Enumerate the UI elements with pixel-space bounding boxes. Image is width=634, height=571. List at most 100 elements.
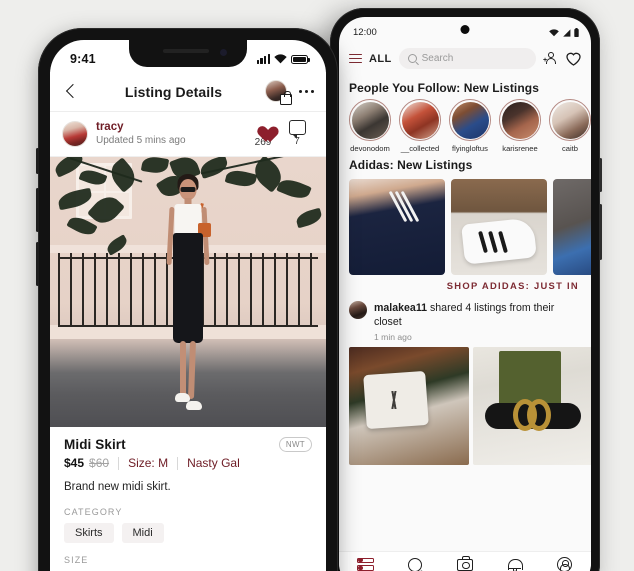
user-avatar-5 [551,101,589,139]
story-item[interactable]: karisrenee [499,99,541,153]
story-item[interactable]: caitb [549,99,591,153]
follow-story-row[interactable]: devonodom __collected flyingloftus karis… [339,99,591,153]
search-input[interactable]: Search [398,48,536,69]
nav-item-sell[interactable]: Sell [440,556,490,571]
user-avatar-2 [401,101,439,139]
avatar-shopping-bag-icon[interactable] [265,79,293,105]
comment-bubble-icon [288,120,306,139]
shop-adidas-cta[interactable]: SHOP ADIDAS: JUST IN [339,275,591,295]
person-icon [539,556,589,571]
category-chips: Skirts Midi [64,523,312,543]
divider [177,456,179,470]
follow-section-title: People You Follow: New Listings [349,81,540,95]
listing-size: Size: M [128,456,169,470]
hamburger-menu-icon[interactable] [349,53,362,64]
brand-card-row[interactable] [339,179,591,275]
nav-item-shop[interactable]: Shop [391,556,441,571]
post-username[interactable]: malakea11 [374,302,427,314]
poshmark-feed-app: 12:00 ALL Search + People You Follow: Ne… [339,17,591,571]
story-username: devonodom [350,144,390,153]
phone-side-button[interactable] [599,158,602,192]
adidas-blue-item-card[interactable] [553,179,591,275]
feed-post-images[interactable] [339,346,591,551]
back-button[interactable] [62,82,82,102]
poshmark-listing-app: 9:41 Listing Details tracy Updated 5 min… [50,40,326,571]
front-camera-icon [460,25,470,34]
post-text: malakea11 shared 4 listings from their c… [374,301,581,330]
listing-brand[interactable]: Nasty Gal [187,456,240,470]
likes-stat[interactable]: 269 [246,119,280,148]
story-username: karisrenee [502,144,538,153]
size-label: SIZE [64,555,89,565]
ellipsis-icon[interactable] [299,89,314,94]
battery-icon [291,55,310,64]
front-camera-icon [220,49,227,56]
listing-title: Midi Skirt [64,437,126,452]
android-phone-frame: 12:00 ALL Search + People You Follow: Ne… [330,8,602,571]
adidas-track-jacket-card[interactable] [349,179,445,275]
pillow-listing-image[interactable] [349,346,469,465]
screenshot-stage: 12:00 ALL Search + People You Follow: Ne… [0,0,634,571]
battery-icon [574,28,579,37]
comments-stat[interactable]: 7 [280,120,314,147]
post-timestamp: 1 min ago [374,331,412,342]
story-ring [399,99,441,141]
seller-username[interactable]: tracy [96,120,246,134]
filter-all-label[interactable]: ALL [369,53,392,65]
listing-nav-bar: Listing Details [50,72,326,112]
listing-title-row: Midi Skirt NWT [64,437,312,452]
brand-section-title: Adidas: New Listings [349,158,473,172]
shopping-bag-icon [280,90,293,105]
nav-item-feed[interactable]: Feed [341,556,391,571]
page-title: Listing Details [124,83,223,100]
camera-icon [440,556,490,571]
feed-header: ALL Search + [339,43,591,76]
nav-item-news[interactable]: News [490,556,540,571]
heart-outline-icon[interactable] [566,52,581,66]
story-ring [349,99,391,141]
feed-post-header: malakea11 shared 4 listings from their c… [339,295,591,347]
search-icon [391,556,441,571]
bottom-navigation: Feed Shop Sell News [339,551,591,571]
signal-icon [563,28,571,37]
story-item[interactable]: devonodom [349,99,391,153]
story-item[interactable]: __collected [399,99,441,153]
phone-volume-button[interactable] [599,204,602,260]
iphone-frame: 9:41 Listing Details tracy Updated 5 min… [36,28,338,571]
wifi-icon [549,28,559,36]
status-badge: NWT [278,437,312,452]
phone-mute-switch[interactable] [36,148,39,174]
status-icons [549,28,579,37]
nav-item-profile[interactable]: @tracy [539,556,589,571]
wifi-icon [274,54,287,64]
seller-avatar[interactable] [62,120,88,147]
category-chip-skirts[interactable]: Skirts [64,523,114,543]
comments-count: 7 [294,136,300,147]
listing-photo[interactable] [50,157,326,427]
photo-model [159,174,217,419]
phone-volume-up-button[interactable] [36,188,39,232]
status-icons [256,54,310,64]
gucci-belt-listing-image[interactable] [473,346,591,465]
iphone-screen: 9:41 Listing Details tracy Updated 5 min… [50,40,326,571]
listing-original-price: $60 [89,456,110,470]
category-chip-midi[interactable]: Midi [121,523,164,543]
post-avatar[interactable] [349,301,367,319]
cellular-bars-icon [256,54,270,64]
story-item[interactable]: flyingloftus [449,99,491,153]
user-avatar-3 [451,101,489,139]
listing-price-row: $45 $60 Size: M Nasty Gal [64,456,312,470]
listing-price: $45 [64,456,85,470]
story-username: caitb [561,144,579,153]
feed-post-text-block: malakea11 shared 4 listings from their c… [374,301,581,342]
notch [129,40,247,67]
nav-actions [265,79,314,105]
search-placeholder: Search [421,53,454,64]
seller-updated: Updated 5 mins ago [96,135,186,147]
phone-volume-down-button[interactable] [36,242,39,286]
story-ring [549,99,591,141]
adidas-superstar-card[interactable] [451,179,547,275]
seller-meta: tracy Updated 5 mins ago [96,120,246,147]
seller-row: tracy Updated 5 mins ago 269 7 [50,112,326,157]
add-people-icon[interactable]: + [543,51,559,66]
